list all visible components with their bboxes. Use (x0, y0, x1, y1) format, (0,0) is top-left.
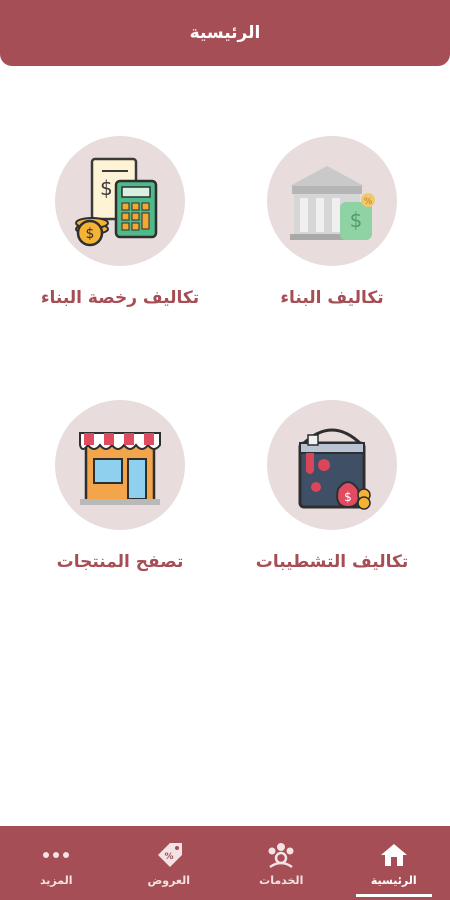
nav-item-offers[interactable]: % العروض (113, 826, 226, 900)
page-title: الرئيسية (189, 23, 261, 43)
svg-text:%: % (364, 197, 373, 207)
nav-item-services[interactable]: الخدمات (225, 826, 338, 900)
svg-text:$: $ (100, 176, 113, 200)
nav-item-home[interactable]: الرئيسية (338, 826, 450, 900)
svg-text:$: $ (344, 490, 352, 504)
tile-building-cost[interactable]: $ % تكاليف البناء (232, 136, 432, 308)
tile-label-license-cost: تكاليف رخصة البناء (40, 288, 200, 308)
home-icon (379, 840, 409, 870)
paint-icon-circle: $ (267, 400, 397, 530)
paint-bucket-icon: $ (298, 428, 371, 510)
svg-text:$: $ (86, 226, 95, 242)
license-calculator-icon: $ $ (75, 157, 158, 247)
svg-text:$: $ (350, 208, 363, 232)
tile-finishing-cost[interactable]: $ تكاليف التشطيبات (232, 400, 432, 572)
nav-label-more: المزيد (39, 873, 73, 887)
tile-label-finishing-cost: تكاليف التشطيبات (255, 552, 409, 572)
offers-tag-icon: % (154, 840, 184, 870)
nav-label-services: الخدمات (259, 873, 304, 887)
nav-label-offers: العروض (147, 873, 191, 887)
store-icon-circle (55, 400, 185, 530)
app-bar: الرئيسية (0, 0, 450, 66)
storefront-icon (79, 432, 161, 505)
bottom-nav: الرئيسية الخدمات % العروض المزيد (0, 826, 450, 900)
building-cost-icon: $ % (290, 166, 375, 240)
tile-browse-products[interactable]: تصفح المنتجات (20, 400, 220, 572)
nav-item-more[interactable]: المزيد (0, 826, 113, 900)
nav-label-home: الرئيسية (370, 873, 417, 887)
services-icon (266, 840, 296, 870)
svg-text:%: % (164, 852, 173, 862)
more-dots-icon (41, 840, 71, 870)
license-icon-circle: $ $ (55, 136, 185, 266)
tile-label-browse-products: تصفح المنتجات (56, 552, 184, 572)
building-cost-icon-circle: $ % (267, 136, 397, 266)
tile-license-cost[interactable]: $ $ تكاليف رخصة البناء (20, 136, 220, 308)
tile-label-building-cost: تكاليف البناء (280, 288, 384, 308)
